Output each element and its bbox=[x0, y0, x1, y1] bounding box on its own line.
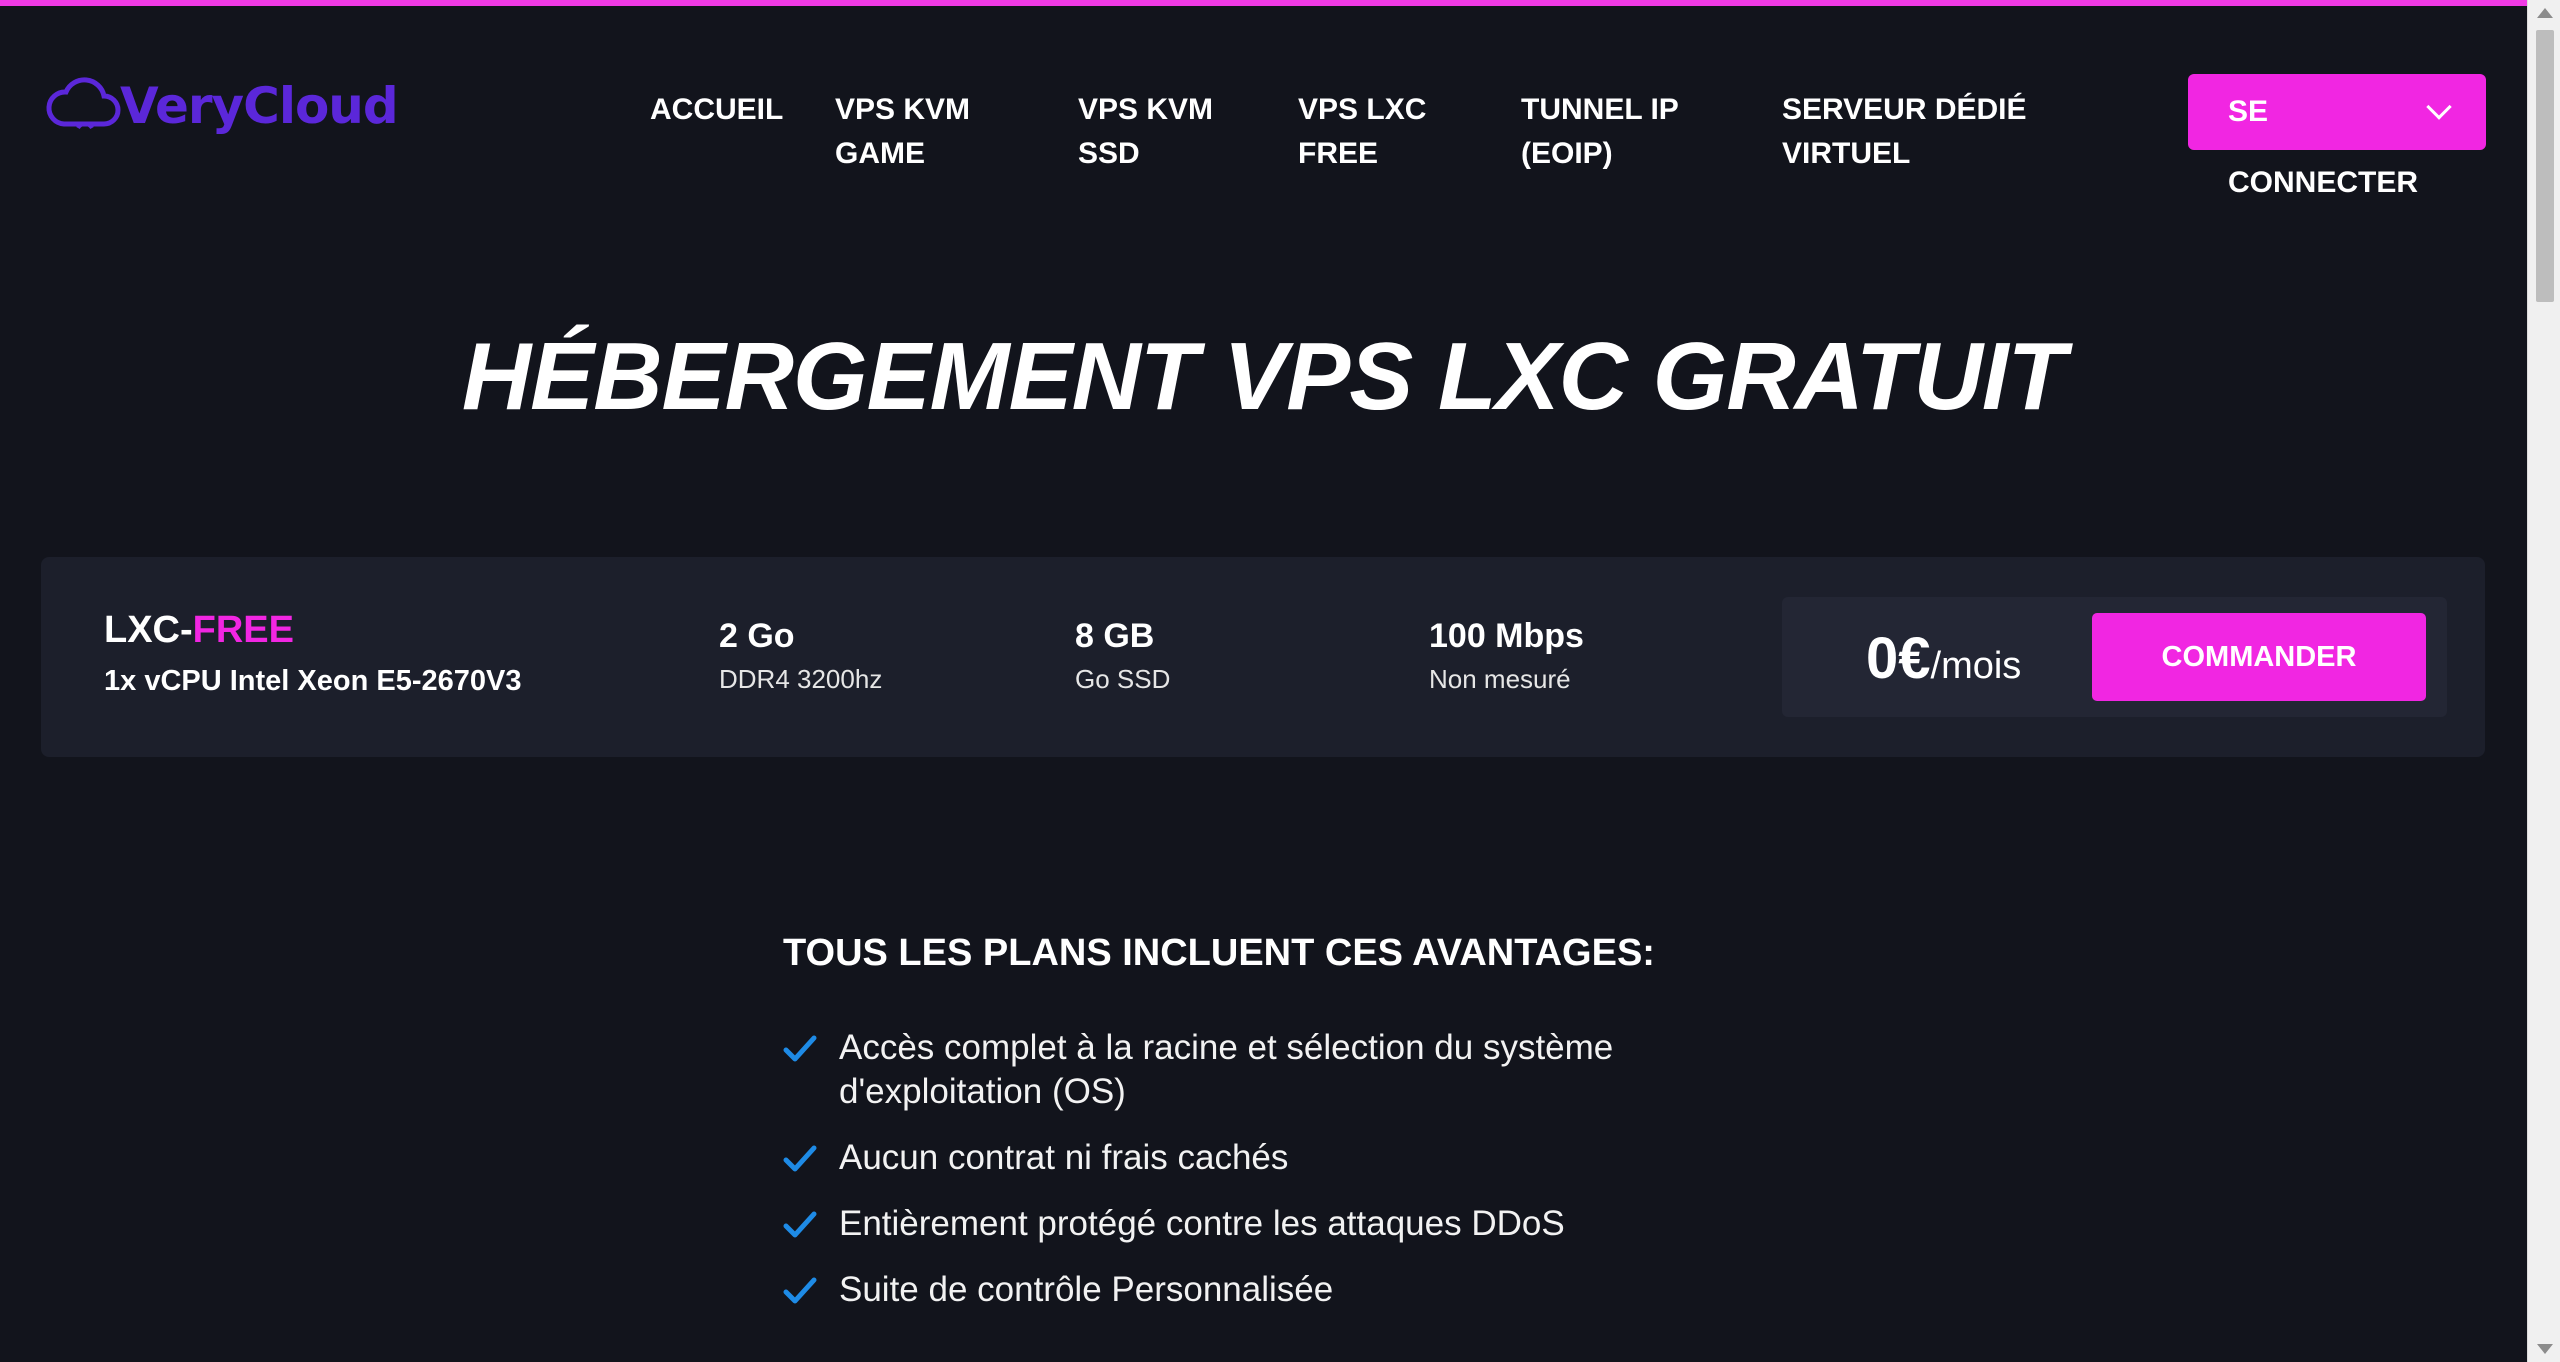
spec-bandwidth: 100 Mbps Non mesuré bbox=[1429, 617, 1584, 695]
login-label-continued[interactable]: CONNECTER bbox=[2228, 166, 2418, 200]
brand-logo[interactable]: VeryCloud bbox=[44, 66, 399, 146]
nav-label: SERVEUR DÉDIÉ bbox=[1782, 93, 2027, 126]
nav-label: VPS KVM bbox=[1078, 93, 1214, 126]
order-button[interactable]: COMMANDER bbox=[2092, 613, 2426, 701]
check-icon bbox=[783, 1211, 817, 1238]
price-box: 0€/mois COMMANDER bbox=[1782, 597, 2447, 717]
list-item: Entièrement protégé contre les attaques … bbox=[783, 1202, 1683, 1246]
brand-name: VeryCloud bbox=[120, 77, 399, 135]
plan-cpu: 1x vCPU Intel Xeon E5-2670V3 bbox=[104, 665, 522, 697]
spec-ram: 2 Go DDR4 3200hz bbox=[719, 617, 882, 695]
scroll-thumb[interactable] bbox=[2536, 30, 2554, 302]
advantage-text: Entièrement protégé contre les attaques … bbox=[839, 1204, 1565, 1243]
nav-vps-kvm-game[interactable]: VPS KVM GAME bbox=[835, 88, 970, 176]
plan-name-accent: FREE bbox=[192, 609, 295, 651]
plan-card: LXC-FREE 1x vCPU Intel Xeon E5-2670V3 2 … bbox=[41, 557, 2485, 757]
cloud-icon bbox=[46, 77, 121, 130]
nav-label: ACCUEIL bbox=[650, 93, 784, 126]
nav-label: GAME bbox=[835, 137, 925, 170]
advantages-title: TOUS LES PLANS INCLUENT CES AVANTAGES: bbox=[783, 932, 1655, 974]
advantage-text: Suite de contrôle Personnalisée bbox=[839, 1270, 1334, 1309]
advantages-list: Accès complet à la racine et sélection d… bbox=[783, 1026, 1683, 1334]
scroll-up-icon[interactable] bbox=[2537, 8, 2553, 18]
scroll-down-icon[interactable] bbox=[2537, 1344, 2553, 1354]
spec-sub: Go SSD bbox=[1075, 664, 1171, 694]
login-button[interactable]: SE bbox=[2188, 74, 2486, 150]
spec-storage: 8 GB Go SSD bbox=[1075, 617, 1170, 695]
spec-value: 100 Mbps bbox=[1429, 617, 1584, 655]
list-item: Accès complet à la racine et sélection d… bbox=[783, 1026, 1683, 1114]
nav-tunnel-ip[interactable]: TUNNEL IP (EOIP) bbox=[1521, 88, 1679, 176]
scrollbar[interactable] bbox=[2527, 0, 2560, 1362]
price-amount: 0€ bbox=[1866, 626, 1931, 691]
page-title: HÉBERGEMENT VPS LXC GRATUIT bbox=[461, 323, 2066, 430]
nav-label: VIRTUEL bbox=[1782, 137, 1911, 170]
top-accent-line bbox=[0, 0, 2527, 6]
nav-label: FREE bbox=[1298, 137, 1379, 170]
login-label: SE bbox=[2228, 95, 2269, 128]
nav-serveur-dedie[interactable]: SERVEUR DÉDIÉ VIRTUEL bbox=[1782, 88, 2027, 176]
price-period: /mois bbox=[1930, 645, 2022, 687]
check-icon bbox=[783, 1145, 817, 1172]
plan-name: LXC-FREE bbox=[104, 609, 294, 652]
nav-label: (EOIP) bbox=[1521, 137, 1613, 170]
check-icon bbox=[783, 1277, 817, 1304]
advantage-text: Accès complet à la racine et sélection d… bbox=[839, 1028, 1614, 1111]
nav-label: VPS KVM bbox=[835, 93, 971, 126]
nav-accueil[interactable]: ACCUEIL bbox=[650, 88, 783, 132]
nav-label: TUNNEL IP bbox=[1521, 93, 1679, 126]
spec-value: 2 Go bbox=[719, 617, 795, 655]
list-item: Aucun contrat ni frais cachés bbox=[783, 1136, 1683, 1180]
nav-label: SSD bbox=[1078, 137, 1140, 170]
chevron-down-icon bbox=[2426, 94, 2452, 120]
advantage-text: Aucun contrat ni frais cachés bbox=[839, 1138, 1289, 1177]
plan-price: 0€/mois bbox=[1866, 625, 2021, 692]
spec-value: 8 GB bbox=[1075, 617, 1155, 655]
spec-sub: Non mesuré bbox=[1429, 664, 1571, 694]
nav-vps-kvm-ssd[interactable]: VPS KVM SSD bbox=[1078, 88, 1213, 176]
nav-vps-lxc-free[interactable]: VPS LXC FREE bbox=[1298, 88, 1426, 176]
check-icon bbox=[783, 1035, 817, 1062]
spec-sub: DDR4 3200hz bbox=[719, 664, 883, 694]
list-item: Suite de contrôle Personnalisée bbox=[783, 1268, 1683, 1312]
nav-label: VPS LXC bbox=[1298, 93, 1427, 126]
plan-name-prefix: LXC- bbox=[104, 609, 193, 651]
